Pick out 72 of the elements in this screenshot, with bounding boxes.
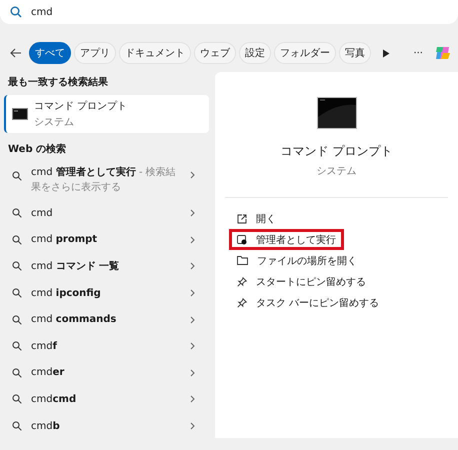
play-icon[interactable]: [382, 48, 390, 58]
filter-tab[interactable]: 写真: [339, 42, 371, 64]
search-icon: [12, 394, 22, 404]
search-text: cmd: [31, 6, 53, 18]
chevron-right-icon: [190, 289, 195, 298]
action-item[interactable]: 開く: [229, 208, 284, 229]
filter-tab[interactable]: すべて: [29, 42, 71, 64]
chevron-right-icon: [190, 395, 195, 404]
section-heading: 最も一致する検索結果: [7, 76, 109, 90]
folder-icon: [237, 256, 248, 265]
action-item[interactable]: 管理者として実行: [229, 229, 344, 250]
filter-tab[interactable]: ドキュメント: [119, 42, 191, 64]
external-link-icon: [237, 214, 247, 224]
suggestion-text: cmder: [31, 366, 66, 380]
search-icon: [10, 6, 22, 18]
chevron-right-icon: [190, 422, 195, 430]
chevron-right-icon: [190, 368, 195, 377]
suggestion-text: cmd commands: [31, 313, 118, 328]
search-icon: [12, 288, 22, 298]
chevron-right-icon: [190, 209, 195, 218]
filter-tab[interactable]: ウェブ: [194, 42, 236, 64]
web-search-item[interactable]: cmder: [0, 360, 215, 386]
search-icon: [12, 368, 22, 378]
search-icon: [12, 421, 22, 432]
chevron-right-icon: [190, 342, 195, 350]
pin-icon: [237, 276, 247, 286]
action-item[interactable]: ファイルの場所を開く: [229, 250, 365, 271]
shield-window-icon: [237, 234, 247, 244]
terminal-icon: [12, 108, 28, 120]
suggestion-text: cmd: [31, 206, 54, 221]
search-icon: [12, 314, 22, 325]
search-icon: [12, 171, 22, 181]
app-title: コマンド プロンプト: [280, 143, 392, 160]
web-search-item[interactable]: cmd ipconfig: [0, 280, 215, 306]
search-icon: [12, 341, 22, 352]
terminal-icon: [316, 97, 356, 129]
web-search-item[interactable]: cmd prompt: [0, 226, 215, 254]
chevron-right-icon: [190, 316, 195, 324]
suggestion-text: cmd prompt: [31, 233, 98, 248]
action-item[interactable]: スタートにピン留めする: [229, 271, 374, 292]
search-icon: [12, 261, 22, 272]
suggestion-text: cmdcmd: [31, 392, 78, 407]
suggestion-text: cmd コマンド 一覧: [31, 260, 120, 274]
web-search-item[interactable]: cmd コマンド 一覧: [0, 253, 215, 280]
web-search-item[interactable]: cmd: [0, 200, 215, 227]
chevron-right-icon: [190, 236, 195, 244]
suggestion-text: cmdb: [31, 420, 61, 434]
chevron-right-icon: [190, 171, 195, 179]
suggestion-text: cmd 管理者として実行 - 検索結果をさらに表示する: [31, 165, 177, 195]
search-icon: [12, 234, 22, 245]
app-title: コマンド プロンプト: [34, 100, 128, 113]
search-icon: [12, 208, 22, 218]
filter-tab[interactable]: 設定: [239, 42, 271, 64]
back-arrow-icon[interactable]: [10, 48, 22, 58]
best-match-item[interactable]: コマンド プロンプト システム: [4, 95, 209, 133]
action-item[interactable]: タスク バーにピン留めする: [229, 292, 388, 313]
section-heading: Web の検索: [7, 142, 68, 157]
app-category: システム: [34, 116, 75, 129]
filter-tab[interactable]: フォルダー: [274, 42, 336, 64]
search-field[interactable]: cmd: [0, 0, 458, 24]
web-search-item[interactable]: cmd 管理者として実行 - 検索結果をさらに表示する: [0, 160, 215, 200]
more-button[interactable]: ···: [413, 48, 423, 58]
app-category: システム: [316, 165, 356, 178]
suggestion-text: cmdf: [31, 340, 58, 354]
suggestion-text: cmd ipconfig: [31, 286, 102, 301]
chevron-right-icon: [190, 262, 195, 270]
pin-icon: [237, 298, 247, 308]
web-search-item[interactable]: cmd commands: [0, 306, 215, 333]
filter-tab[interactable]: アプリ: [74, 42, 116, 64]
web-search-item[interactable]: cmdb: [0, 412, 215, 440]
web-search-item[interactable]: cmdcmd: [0, 386, 215, 413]
web-search-item[interactable]: cmdf: [0, 332, 215, 360]
